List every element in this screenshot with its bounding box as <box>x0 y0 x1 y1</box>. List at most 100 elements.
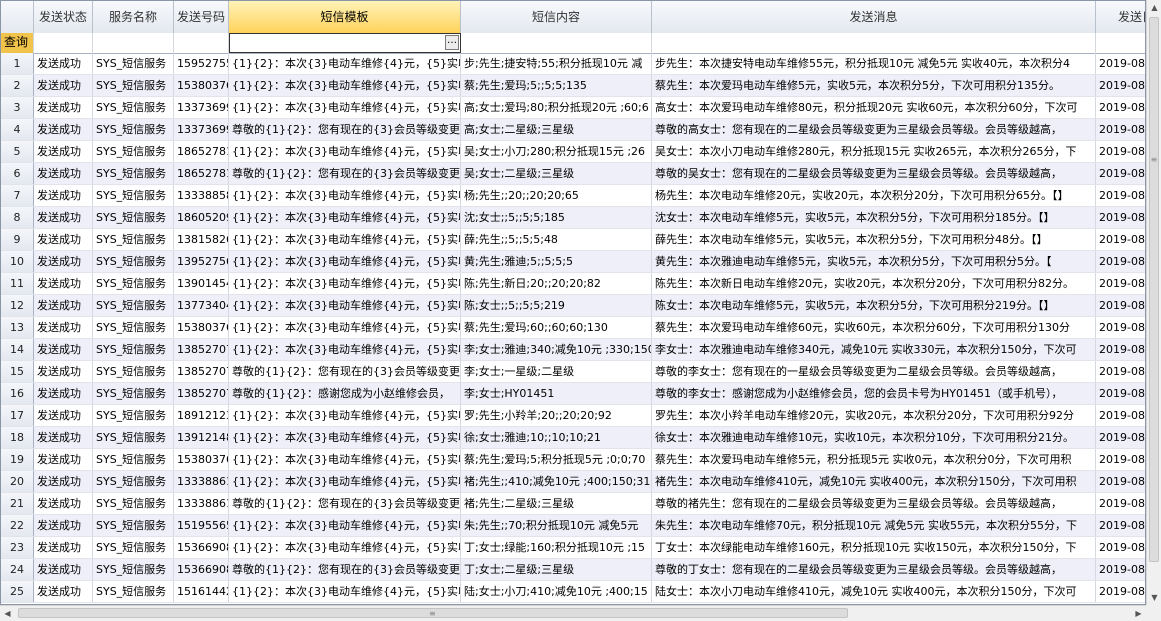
cell-content[interactable]: 蔡;先生;爱玛;60;;60;60;130 <box>461 317 652 338</box>
cell-phone[interactable]: 13852707 <box>174 339 229 360</box>
row-number[interactable]: 7 <box>1 185 34 206</box>
cell-template[interactable]: {1}{2}：本次{3}电动车维修{4}元，{5}实收{ <box>229 515 461 536</box>
cell-service[interactable]: SYS_短信服务 <box>93 515 174 536</box>
cell-message[interactable]: 尊敬的高女士：您有现在的二星级会员等级变更为三星级会员等级。会员等级越高， <box>652 119 1096 140</box>
cell-status[interactable]: 发送成功 <box>34 317 93 338</box>
table-row[interactable]: 10 发送成功 SYS_短信服务 13952756 {1}{2}：本次{3}电动车维修{… <box>1 251 1145 273</box>
cell-template[interactable]: {1}{2}：本次{3}电动车维修{4}元，{5}实收{ <box>229 229 461 250</box>
cell-content[interactable]: 高;女士;爱玛;80;积分抵现20元 ;60;6 <box>461 97 652 118</box>
cell-phone[interactable]: 13912148 <box>174 427 229 448</box>
cell-service[interactable]: SYS_短信服务 <box>93 361 174 382</box>
cell-template[interactable]: {1}{2}：本次{3}电动车维修{4}元，{5}实收{ <box>229 185 461 206</box>
cell-status[interactable]: 发送成功 <box>34 185 93 206</box>
table-row[interactable]: 22 发送成功 SYS_短信服务 15195565 {1}{2}：本次{3}电动车维修{… <box>1 515 1145 537</box>
cell-service[interactable]: SYS_短信服务 <box>93 559 174 580</box>
cell-service[interactable]: SYS_短信服务 <box>93 317 174 338</box>
table-row[interactable]: 17 发送成功 SYS_短信服务 18912123 {1}{2}：本次{3}电动车维修{… <box>1 405 1145 427</box>
cell-phone[interactable]: 13952756 <box>174 251 229 272</box>
cell-content[interactable]: 徐;女士;雅迪;10;;10;10;21 <box>461 427 652 448</box>
table-row[interactable]: 7 发送成功 SYS_短信服务 13338858 {1}{2}：本次{3}电动车维修{4… <box>1 185 1145 207</box>
row-number[interactable]: 3 <box>1 97 34 118</box>
cell-template[interactable]: {1}{2}：本次{3}电动车维修{4}元，{5}实收{ <box>229 537 461 558</box>
row-number[interactable]: 19 <box>1 449 34 470</box>
cell-status[interactable]: 发送成功 <box>34 581 93 602</box>
cell-template[interactable]: {1}{2}：本次{3}电动车维修{4}元，{5}实收{ <box>229 207 461 228</box>
row-number[interactable]: 8 <box>1 207 34 228</box>
cell-service[interactable]: SYS_短信服务 <box>93 119 174 140</box>
column-header-service[interactable]: 服务名称 <box>93 1 174 33</box>
cell-content[interactable]: 李;女士;雅迪;340;减免10元 ;330;150 <box>461 339 652 360</box>
column-header-content[interactable]: 短信内容 <box>461 1 652 33</box>
cell-date[interactable]: 2019-08 <box>1096 317 1145 338</box>
cell-content[interactable]: 吴;女士;二星级;三星级 <box>461 163 652 184</box>
row-number[interactable]: 13 <box>1 317 34 338</box>
cell-phone[interactable]: 18605209 <box>174 207 229 228</box>
cell-status[interactable]: 发送成功 <box>34 75 93 96</box>
cell-template[interactable]: {1}{2}：本次{3}电动车维修{4}元，{5}实收{ <box>229 471 461 492</box>
cell-service[interactable]: SYS_短信服务 <box>93 97 174 118</box>
cell-service[interactable]: SYS_短信服务 <box>93 251 174 272</box>
cell-status[interactable]: 发送成功 <box>34 97 93 118</box>
cell-status[interactable]: 发送成功 <box>34 493 93 514</box>
table-row[interactable]: 16 发送成功 SYS_短信服务 13852707 尊敬的{1}{2}：感谢您成为小赵维… <box>1 383 1145 405</box>
cell-phone[interactable]: 13852707 <box>174 361 229 382</box>
cell-date[interactable]: 2019-08 <box>1096 493 1145 514</box>
cell-message[interactable]: 朱先生：本次电动车维修70元，积分抵现10元 减免5元 实收55元，本次积分55… <box>652 515 1096 536</box>
cell-content[interactable]: 陈;先生;新日;20;;20;20;82 <box>461 273 652 294</box>
cell-phone[interactable]: 13852707 <box>174 383 229 404</box>
cell-content[interactable]: 李;女士;HY01451 <box>461 383 652 404</box>
cell-status[interactable]: 发送成功 <box>34 141 93 162</box>
cell-date[interactable]: 2019-08 <box>1096 119 1145 140</box>
cell-content[interactable]: 丁;女士;二星级;三星级 <box>461 559 652 580</box>
filter-cell-template-editor[interactable]: … <box>229 33 461 53</box>
table-row[interactable]: 25 发送成功 SYS_短信服务 15161442 {1}{2}：本次{3}电动车维修{… <box>1 581 1145 603</box>
row-number[interactable]: 21 <box>1 493 34 514</box>
cell-service[interactable]: SYS_短信服务 <box>93 537 174 558</box>
cell-date[interactable]: 2019-08 <box>1096 163 1145 184</box>
cell-content[interactable]: 蔡;先生;爱玛;5;;5;5;135 <box>461 75 652 96</box>
cell-content[interactable]: 杨;先生;;20;;20;20;65 <box>461 185 652 206</box>
cell-phone[interactable]: 13373699 <box>174 119 229 140</box>
column-header-template[interactable]: 短信模板 <box>229 1 461 33</box>
cell-message[interactable]: 尊敬的褚先生：您有现在的二星级会员等级变更为三星级会员等级。会员等级越高， <box>652 493 1096 514</box>
cell-template[interactable]: {1}{2}：本次{3}电动车维修{4}元，{5}实收{ <box>229 405 461 426</box>
row-number[interactable]: 18 <box>1 427 34 448</box>
cell-date[interactable]: 2019-08 <box>1096 207 1145 228</box>
cell-date[interactable]: 2019-08 <box>1096 427 1145 448</box>
cell-template[interactable]: {1}{2}：本次{3}电动车维修{4}元，{5}实收{ <box>229 97 461 118</box>
ellipsis-button[interactable]: … <box>445 35 459 50</box>
column-header-date[interactable]: 发送日 <box>1096 1 1145 33</box>
cell-status[interactable]: 发送成功 <box>34 405 93 426</box>
filter-cell-content[interactable] <box>461 33 652 53</box>
cell-status[interactable]: 发送成功 <box>34 559 93 580</box>
scroll-down-arrow-icon[interactable]: ▼ <box>1147 590 1161 605</box>
row-number[interactable]: 4 <box>1 119 34 140</box>
cell-service[interactable]: SYS_短信服务 <box>93 471 174 492</box>
cell-message[interactable]: 丁女士：本次绿能电动车维修160元，积分抵现10元 实收150元，本次积分150… <box>652 537 1096 558</box>
row-number[interactable]: 2 <box>1 75 34 96</box>
cell-content[interactable]: 褚;先生;;410;减免10元 ;400;150;315 <box>461 471 652 492</box>
cell-service[interactable]: SYS_短信服务 <box>93 383 174 404</box>
row-number[interactable]: 14 <box>1 339 34 360</box>
scroll-left-arrow-icon[interactable]: ◀ <box>0 606 15 621</box>
vertical-scroll-thumb[interactable]: ≡ <box>1149 17 1159 562</box>
cell-service[interactable]: SYS_短信服务 <box>93 295 174 316</box>
cell-message[interactable]: 杨先生：本次电动车维修20元，实收20元，本次积分20分，下次可用积分65分。【… <box>652 185 1096 206</box>
column-header-status[interactable]: 发送状态 <box>34 1 93 33</box>
table-row[interactable]: 9 发送成功 SYS_短信服务 13815826 {1}{2}：本次{3}电动车维修{4… <box>1 229 1145 251</box>
filter-cell-date[interactable] <box>1096 33 1145 53</box>
cell-service[interactable]: SYS_短信服务 <box>93 427 174 448</box>
cell-status[interactable]: 发送成功 <box>34 471 93 492</box>
cell-service[interactable]: SYS_短信服务 <box>93 273 174 294</box>
table-row[interactable]: 3 发送成功 SYS_短信服务 13373699 {1}{2}：本次{3}电动车维修{4… <box>1 97 1145 119</box>
cell-content[interactable]: 蔡;先生;爱玛;5;积分抵现5元 ;0;0;70 <box>461 449 652 470</box>
row-indicator-header[interactable] <box>1 1 34 33</box>
cell-template[interactable]: 尊敬的{1}{2}：感谢您成为小赵维修会员， <box>229 383 461 404</box>
cell-message[interactable]: 高女士：本次爱玛电动车维修80元，积分抵现20元 实收60元，本次积分60分，下… <box>652 97 1096 118</box>
cell-content[interactable]: 沈;女士;;5;;5;5;185 <box>461 207 652 228</box>
scroll-right-arrow-icon[interactable]: ▶ <box>1131 606 1146 621</box>
row-number[interactable]: 22 <box>1 515 34 536</box>
cell-phone[interactable]: 13338858 <box>174 185 229 206</box>
cell-date[interactable]: 2019-08 <box>1096 273 1145 294</box>
cell-template[interactable]: {1}{2}：本次{3}电动车维修{4}元，{5}实收{ <box>229 427 461 448</box>
